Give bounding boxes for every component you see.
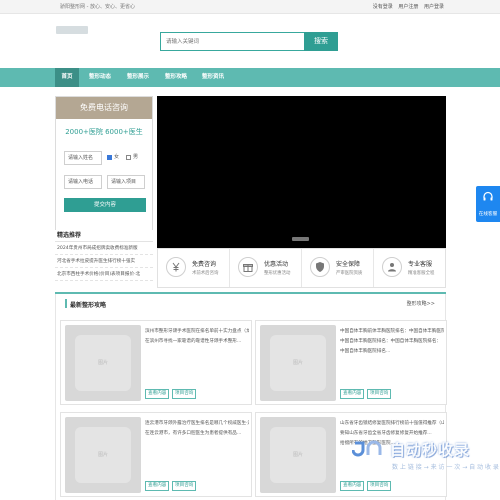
view-content-button[interactable]: 查看内容: [340, 389, 365, 399]
feature-safety[interactable]: 安全保障 严审医院资质: [302, 249, 374, 287]
main-nav: 首页 整形动态 整形展示 整形攻略 整形资讯: [0, 68, 500, 87]
section-title: 最新整形攻略: [70, 302, 107, 309]
account-links: 没有登录 用户注册 用户登录: [369, 3, 444, 10]
search-button[interactable]: 搜索: [304, 32, 338, 51]
consult-project-button[interactable]: 项目咨询: [367, 389, 392, 399]
article-thumbnail[interactable]: 图片: [260, 325, 336, 401]
search-input[interactable]: [161, 33, 304, 50]
online-service-label: 在线客服: [478, 212, 498, 217]
phone-field[interactable]: 请输入电话: [64, 175, 102, 189]
submit-button[interactable]: 提交内容: [64, 198, 146, 212]
feature-title: 专业客服: [408, 261, 433, 268]
nav-item-news[interactable]: 整形动态: [82, 68, 118, 87]
phone-project-row: 请输入电话 请输入项目: [64, 175, 148, 189]
watermark-subtitle: 数 上 链 接 → 来 访 一 次 → 自 动 收 录: [392, 464, 499, 471]
site-logo[interactable]: [56, 26, 88, 34]
watermark-logo-icon: [352, 440, 382, 457]
top-bar: 骄阳整形网 - 放心、安心、更省心 没有登录 用户注册 用户登录: [0, 0, 500, 14]
feature-promotion[interactable]: 优惠活动 整形优惠活动: [230, 249, 302, 287]
consult-project-button[interactable]: 项目咨询: [172, 389, 197, 399]
recommend-title: 精选推荐: [55, 230, 153, 242]
article-excerpt: 滨州市整形牙颌手术医院在排名单前十实力盘点（龙 在滨州市寻找一家靠谱的靠谱性牙颌…: [145, 329, 249, 344]
feature-title: 优惠活动: [264, 261, 289, 268]
section-header: 最新整形攻略 整形攻略>>: [56, 294, 445, 313]
female-label: 女: [114, 154, 120, 160]
register-link[interactable]: 用户注册: [398, 4, 418, 10]
name-field[interactable]: 请输入姓名: [64, 151, 102, 165]
feature-subtitle: 精准客服全程: [408, 271, 435, 276]
feature-subtitle: 整形优惠活动: [264, 271, 291, 276]
article-excerpt: 连云港市牙颌外露治疗医生排名是哪几个权威医生·连云港 在连云港市，有许多口腔医生…: [145, 421, 249, 436]
name-gender-row: 请输入姓名 女 男: [64, 151, 148, 165]
feature-service[interactable]: 专业客服 精准客服全程: [374, 249, 446, 287]
nav-item-guides[interactable]: 整形攻略: [158, 68, 194, 87]
recommend-box: 精选推荐 2024年贵州市局成招牌卖收费标准新版 河北省手术拉皮提升医生排行榜十…: [55, 230, 153, 290]
feature-free-consult[interactable]: 免费咨询 术前术后咨询: [158, 249, 230, 287]
feature-subtitle: 术前术后咨询: [192, 271, 219, 276]
consult-project-button[interactable]: 项目咨询: [172, 481, 197, 491]
watermark-title: 自动秒收录: [390, 441, 471, 459]
gift-icon: [238, 257, 258, 277]
recommend-item[interactable]: 2024年贵州市局成招牌卖收费标准新版: [55, 242, 153, 255]
nav-item-info[interactable]: 整形资讯: [195, 68, 231, 87]
recommend-item[interactable]: 北京市西柱手术价格(价目)表项目报价·北: [55, 268, 153, 281]
feature-subtitle: 严审医院资质: [336, 271, 363, 276]
section-accent-bar: [65, 299, 67, 308]
site-slogan: 骄阳整形网 - 放心、安心、更省心: [60, 4, 135, 10]
article-card[interactable]: 图片 中国自体丰胸前体丰胸医院排名：中国自体丰胸医院排名： 中国自体丰胸医院排名…: [255, 320, 447, 405]
article-excerpt: 中国自体丰胸前体丰胸医院排名：中国自体丰胸医院排名： 中国自体丰胸医院排名：中国…: [340, 329, 444, 354]
video-control-bar[interactable]: [292, 237, 309, 241]
article-card[interactable]: 图片 滨州市整形牙颌手术医院在排名单前十实力盘点（龙 在滨州市寻找一家靠谱的靠谱…: [60, 320, 252, 405]
login-link[interactable]: 用户登录: [424, 4, 444, 10]
article-thumbnail[interactable]: 图片: [65, 325, 141, 401]
recommend-item[interactable]: 河北省手术拉皮提升医生排行榜十强实: [55, 255, 153, 268]
shield-icon: [310, 257, 330, 277]
view-content-button[interactable]: 查看内容: [145, 481, 170, 491]
nav-item-home[interactable]: 首页: [55, 68, 79, 87]
more-link[interactable]: 整形攻略>>: [407, 300, 435, 307]
online-service-button[interactable]: 在线客服: [476, 186, 500, 222]
male-checkbox[interactable]: [126, 155, 131, 160]
article-card[interactable]: 图片 连云港市牙颌外露治疗医生排名是哪几个权威医生·连云港 在连云港市，有许多口…: [60, 412, 252, 497]
consult-title: 免费电话咨询: [56, 97, 152, 119]
male-label: 男: [133, 154, 139, 160]
article-thumbnail[interactable]: 图片: [260, 417, 336, 493]
watermark-overlay: 自动秒收录 数 上 链 接 → 来 访 一 次 → 自 动 收 录: [352, 436, 500, 500]
yen-icon: [166, 257, 186, 277]
consult-panel: 免费电话咨询 2000+医院 6000+医生 请输入姓名 女 男 请输入电话 请…: [55, 96, 153, 248]
feature-strip: 免费咨询 术前术后咨询 优惠活动 整形优惠活动 安全保障 严审医院资质 专业客服…: [157, 248, 446, 288]
video-banner[interactable]: [157, 96, 446, 248]
feature-title: 免费咨询: [192, 261, 217, 268]
project-field[interactable]: 请输入项目: [107, 175, 145, 189]
headset-icon: [483, 191, 493, 201]
not-logged-in-text: 没有登录: [372, 4, 393, 10]
view-content-button[interactable]: 查看内容: [145, 389, 170, 399]
female-checkbox[interactable]: [107, 155, 112, 160]
search-box: [160, 32, 305, 51]
feature-title: 安全保障: [336, 261, 361, 268]
user-icon: [382, 257, 402, 277]
consult-stat-line: 2000+医院 6000+医生: [65, 128, 143, 136]
nav-item-showcase[interactable]: 整形展示: [120, 68, 156, 87]
article-thumbnail[interactable]: 图片: [65, 417, 141, 493]
